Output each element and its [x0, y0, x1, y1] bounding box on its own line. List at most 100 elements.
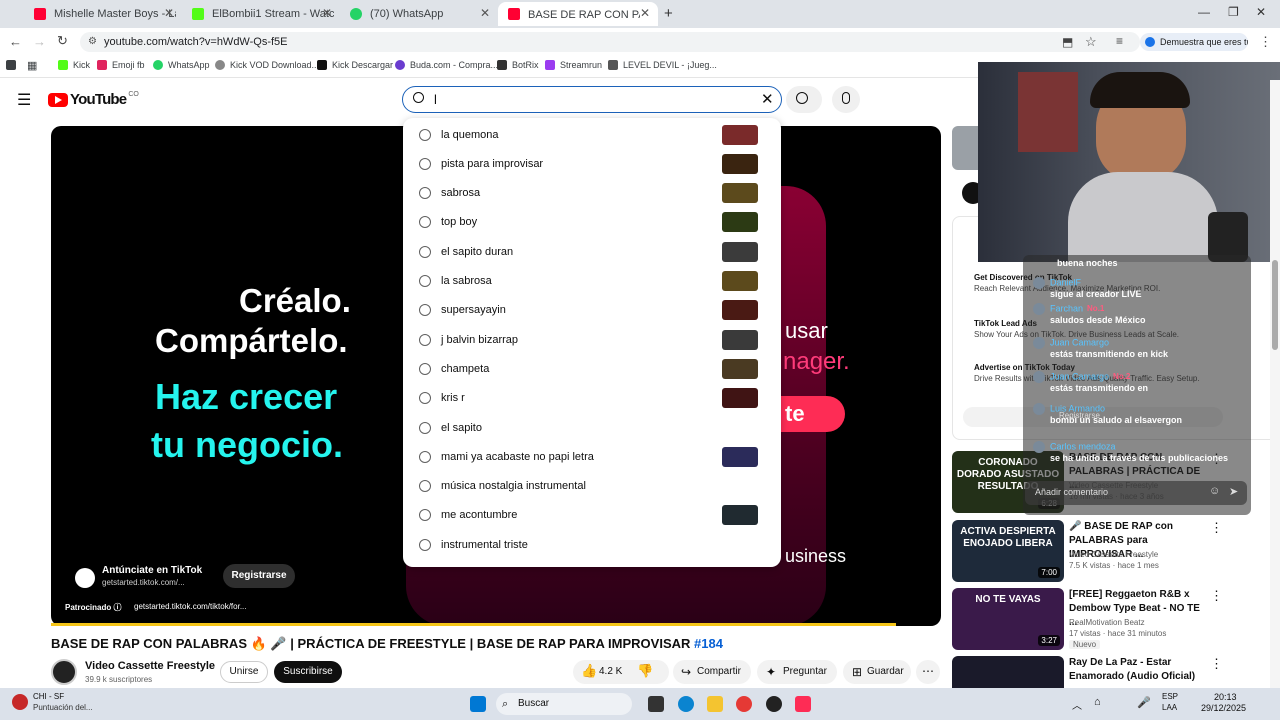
search-suggestion[interactable]: la quemona: [403, 120, 781, 149]
language-layout[interactable]: LAA: [1162, 703, 1177, 712]
menu-kebab-icon[interactable]: ⋮: [1259, 34, 1272, 50]
recommended-channel[interactable]: RealMotivation Beatz: [1069, 618, 1145, 627]
clock-time[interactable]: 20:13: [1214, 692, 1237, 702]
minimize-icon[interactable]: —: [1198, 5, 1210, 19]
advertiser-name[interactable]: Antúnciate en TikTok: [102, 565, 202, 576]
chat-username[interactable]: DanielF: [1050, 277, 1081, 287]
more-options-icon[interactable]: ⋮: [1210, 520, 1223, 536]
file-explorer-icon[interactable]: [707, 696, 723, 712]
search-suggestion[interactable]: instrumental triste: [403, 530, 781, 559]
tab-3[interactable]: (70) WhatsApp ✕: [340, 2, 498, 26]
bookmark-whatsapp[interactable]: WhatsApp: [153, 60, 210, 70]
weather-subtext[interactable]: Puntuación del...: [33, 703, 93, 712]
language-code[interactable]: ESP: [1162, 692, 1178, 701]
close-tab-icon[interactable]: ✕: [640, 6, 650, 20]
sponsored-url[interactable]: getstarted.tiktok.com/tiktok/for...: [134, 602, 247, 611]
chat-username[interactable]: Juan Camargo: [1050, 371, 1109, 381]
bookmark-emoji[interactable]: Emoji fb: [97, 60, 145, 70]
voice-search-button[interactable]: [832, 86, 860, 113]
apps-icon[interactable]: [6, 60, 16, 70]
search-suggestion[interactable]: música nostalgia instrumental: [403, 472, 781, 501]
back-icon[interactable]: ←: [9, 34, 22, 49]
taskbar-search[interactable]: ⌕ Buscar: [496, 693, 632, 715]
channel-avatar[interactable]: [51, 659, 77, 685]
search-suggestion[interactable]: top boy: [403, 208, 781, 237]
bookmark-kick-descargar[interactable]: Kick Descargar: [317, 60, 393, 70]
obs-icon[interactable]: [766, 696, 782, 712]
chat-overlay-register[interactable]: Registrarse: [1059, 411, 1274, 420]
search-suggestion[interactable]: me acontumbre: [403, 501, 781, 530]
video-hashtag[interactable]: #184: [694, 636, 723, 651]
recommended-video[interactable]: NO TE VAYAS 3:27 [FREE] Reggaeton R&B x De…: [952, 588, 1252, 652]
recommended-channel[interactable]: Video Cassette Freestyle: [1069, 550, 1158, 559]
share-button[interactable]: ↪ Compartir: [673, 660, 751, 684]
join-button[interactable]: Unirse: [220, 661, 268, 683]
video-thumbnail[interactable]: NO TE VAYAS 3:27: [952, 588, 1064, 650]
scrollbar-thumb[interactable]: [1272, 260, 1278, 350]
ask-button[interactable]: ✦ Preguntar: [757, 660, 837, 684]
like-icon[interactable]: 👍: [581, 663, 597, 679]
search-suggestion[interactable]: kris r: [403, 384, 781, 413]
chat-input[interactable]: Añadir comentario ☺ ➤: [1025, 481, 1247, 505]
bookmark-kick[interactable]: Kick: [58, 60, 90, 70]
clock-date[interactable]: 29/12/2025: [1201, 703, 1246, 713]
tab-2[interactable]: ElBombii1 Stream - Watch Live ✕: [182, 2, 340, 26]
like-count[interactable]: 4.2 K: [599, 666, 622, 677]
hamburger-menu-icon[interactable]: ☰: [17, 90, 31, 110]
tiktok-icon[interactable]: [795, 696, 811, 712]
more-actions-icon[interactable]: ⋯: [916, 660, 940, 684]
close-tab-icon[interactable]: ✕: [322, 6, 332, 20]
ad-register-button[interactable]: Registrarse: [223, 564, 295, 588]
close-tab-icon[interactable]: ✕: [164, 6, 174, 20]
bookmark-buda[interactable]: Buda.com - Compra...: [395, 60, 498, 70]
bookmark-botrix[interactable]: BotRix: [497, 60, 539, 70]
task-view-icon[interactable]: [648, 696, 664, 712]
search-input[interactable]: l ✕: [402, 86, 782, 113]
clear-search-icon[interactable]: ✕: [761, 90, 774, 108]
bookmark-kick-vod[interactable]: Kick VOD Download...: [215, 60, 319, 70]
search-suggestion[interactable]: la sabrosa: [403, 267, 781, 296]
ad-thumbnail[interactable]: [952, 126, 980, 170]
tab-4-active[interactable]: BASE DE RAP CON PALABRAS 🔥 ✕: [498, 2, 658, 26]
url-field[interactable]: ⚙ youtube.com/watch?v=hWdW-Qs-f5E: [80, 32, 1140, 52]
channel-name[interactable]: Video Cassette Freestyle: [85, 660, 215, 672]
search-button[interactable]: [786, 86, 822, 113]
grid-icon[interactable]: ▦: [27, 59, 37, 72]
recommended-title[interactable]: Ray De La Paz - Estar Enamorado (Audio O…: [1069, 656, 1209, 684]
bookmark-streamrun[interactable]: Streamrun: [545, 60, 602, 70]
profile-chip[interactable]: Demuestra que eres tú: [1140, 33, 1248, 51]
search-suggestion[interactable]: sabrosa: [403, 179, 781, 208]
search-suggestion[interactable]: el sapito: [403, 413, 781, 442]
youtube-logo[interactable]: YouTube CO: [48, 91, 139, 108]
search-suggestion[interactable]: supersayayin: [403, 296, 781, 325]
search-suggestion[interactable]: j balvin bizarrap: [403, 325, 781, 354]
windows-start-icon[interactable]: [470, 696, 486, 712]
reload-icon[interactable]: ↻: [57, 33, 68, 49]
more-options-icon[interactable]: ⋮: [1210, 656, 1223, 672]
reading-list-icon[interactable]: ≡: [1116, 34, 1123, 48]
close-window-icon[interactable]: ✕: [1256, 5, 1266, 19]
tray-chevron-icon[interactable]: ︿: [1072, 697, 1082, 712]
bookmark-star-icon[interactable]: ☆: [1085, 34, 1097, 50]
dislike-icon[interactable]: 👎: [637, 663, 653, 679]
maximize-icon[interactable]: ❐: [1228, 5, 1239, 19]
search-suggestion[interactable]: el sapito duran: [403, 237, 781, 266]
chat-username[interactable]: Juan Camargo: [1050, 337, 1109, 347]
search-suggestion[interactable]: champeta: [403, 354, 781, 383]
chrome-icon[interactable]: [736, 696, 752, 712]
subscribe-button[interactable]: Suscribirse: [274, 661, 342, 683]
save-button[interactable]: ⊞ Guardar: [843, 660, 911, 684]
chat-username[interactable]: Carlos mendoza: [1050, 441, 1116, 451]
search-suggestion[interactable]: mami ya acabaste no papi letra: [403, 442, 781, 471]
more-options-icon[interactable]: ⋮: [1210, 588, 1223, 604]
recommended-video[interactable]: ACTIVA DESPIERTA ENOJADO LIBERA 7:00 🎤 BAS…: [952, 520, 1252, 584]
forward-icon[interactable]: →: [33, 34, 46, 49]
search-suggestion[interactable]: pista para improvisar: [403, 149, 781, 178]
advertiser-url[interactable]: getstarted.tiktok.com/...: [102, 578, 185, 587]
bookmark-level-devil[interactable]: LEVEL DEVIL - ¡Jueg...: [608, 60, 717, 70]
tab-1[interactable]: Mishelle Master Boys - La Quem ✕: [24, 2, 182, 26]
video-thumbnail[interactable]: ACTIVA DESPIERTA ENOJADO LIBERA 7:00: [952, 520, 1064, 582]
ad-progress-bar[interactable]: [51, 623, 896, 626]
microphone-icon[interactable]: 🎤: [1137, 696, 1151, 709]
network-icon[interactable]: ⌂: [1094, 696, 1101, 708]
